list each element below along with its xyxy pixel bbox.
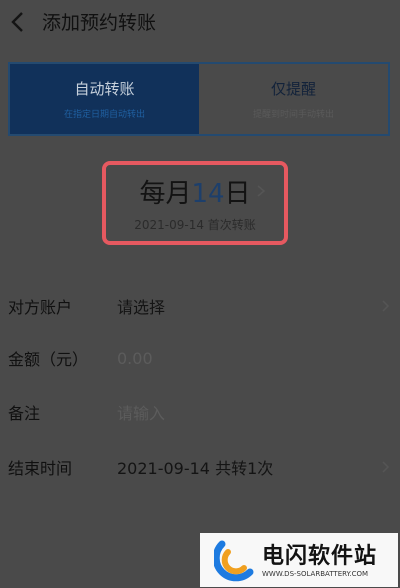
amount-input[interactable]: 0.00 — [117, 349, 153, 368]
schedule-day: 14 — [191, 179, 225, 209]
transfer-mode-selector: 自动转账 在指定日期自动转出 仅提醒 提醒到时间手动转出 — [8, 62, 390, 136]
payee-account-value: 请选择 — [117, 298, 166, 317]
page-title: 添加预约转账 — [42, 12, 157, 34]
schedule-prefix: 每月 — [139, 179, 192, 209]
chevron-right-icon — [257, 185, 266, 197]
end-time-label: 结束时间 — [8, 459, 73, 478]
watermark-url: WWW.DS-SOLARBATTERY.COM — [262, 570, 369, 578]
remark-input[interactable]: 请输入 — [117, 400, 165, 424]
end-time-value: 2021-09-14 共转1次 — [117, 459, 274, 478]
watermark-title: 电闪软件站 — [262, 544, 378, 569]
tab-reminder-only-label: 仅提醒 — [270, 80, 316, 98]
tab-reminder-only[interactable]: 仅提醒 提醒到时间手动转出 — [199, 64, 388, 134]
amount-row: 金额（元） 0.00 — [0, 342, 400, 374]
tab-auto-transfer-description: 在指定日期自动转出 — [63, 110, 145, 120]
tab-auto-transfer[interactable]: 自动转账 在指定日期自动转出 — [10, 64, 199, 134]
tab-reminder-only-description: 提醒到时间手动转出 — [252, 110, 334, 120]
back-arrow-icon[interactable] — [10, 11, 26, 33]
end-time-row[interactable]: 结束时间 2021-09-14 共转1次 — [0, 451, 400, 483]
payee-account-label: 对方账户 — [8, 298, 73, 317]
chevron-right-icon — [382, 300, 390, 312]
lightning-logo-icon — [214, 540, 254, 582]
tab-auto-transfer-label: 自动转账 — [74, 80, 135, 98]
first-transfer-date: 2021-09-14 首次转账 — [134, 218, 256, 232]
schedule-suffix: 日 — [224, 179, 251, 209]
schedule-frequency: 每月 14 日 — [139, 173, 250, 210]
remark-row: 备注 请输入 — [0, 396, 400, 428]
amount-label: 金额（元） — [8, 350, 89, 369]
top-bar: 添加预约转账 — [0, 0, 400, 44]
remark-label: 备注 — [8, 404, 41, 423]
chevron-right-icon — [382, 461, 390, 473]
schedule-date-picker[interactable]: 每月 14 日 2021-09-14 首次转账 — [102, 161, 288, 245]
site-watermark: 电闪软件站 WWW.DS-SOLARBATTERY.COM — [200, 533, 398, 587]
payee-account-row[interactable]: 对方账户 请选择 — [0, 290, 400, 322]
